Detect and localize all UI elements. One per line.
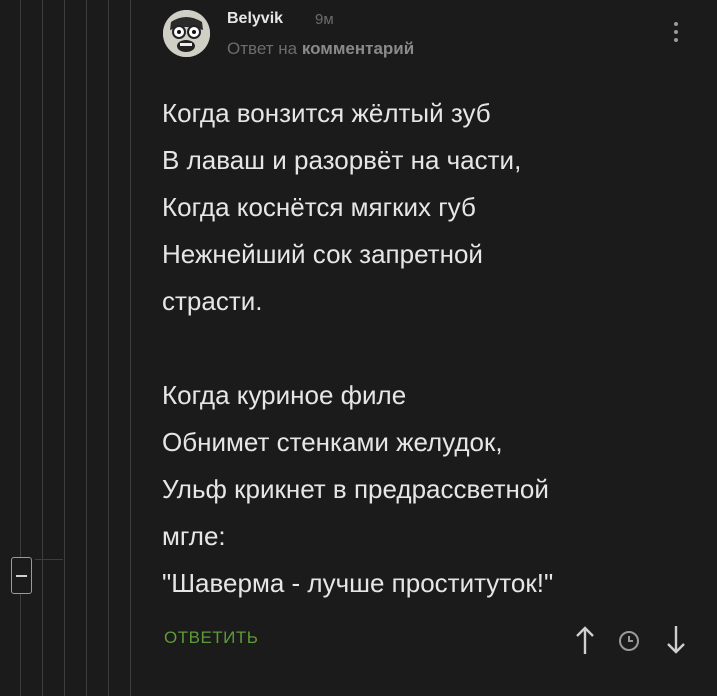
thread-line (86, 0, 87, 696)
thread-line (130, 0, 131, 696)
author-name[interactable]: Belyvik (227, 10, 283, 28)
thread-line (64, 0, 65, 696)
arrow-down-icon[interactable] (664, 624, 688, 656)
thread-line (42, 0, 43, 696)
thread-branch (35, 559, 63, 560)
thread-line (108, 0, 109, 696)
comment-body: Когда вонзится жёлтый зуб В лаваш и разо… (162, 98, 554, 598)
reply-button[interactable]: ОТВЕТИТЬ (164, 628, 258, 648)
collapse-icon (16, 574, 27, 577)
clock-icon[interactable] (617, 624, 641, 656)
comment-time: 9м (315, 11, 334, 28)
reply-to-info: Ответ на комментарий (227, 39, 414, 59)
arrow-up-icon[interactable] (573, 624, 597, 656)
collapse-button[interactable] (11, 557, 32, 594)
reply-target-link[interactable]: комментарий (302, 39, 414, 58)
avatar[interactable] (163, 10, 210, 57)
reply-prefix: Ответ на (227, 39, 298, 58)
more-vertical-icon[interactable] (674, 22, 680, 46)
